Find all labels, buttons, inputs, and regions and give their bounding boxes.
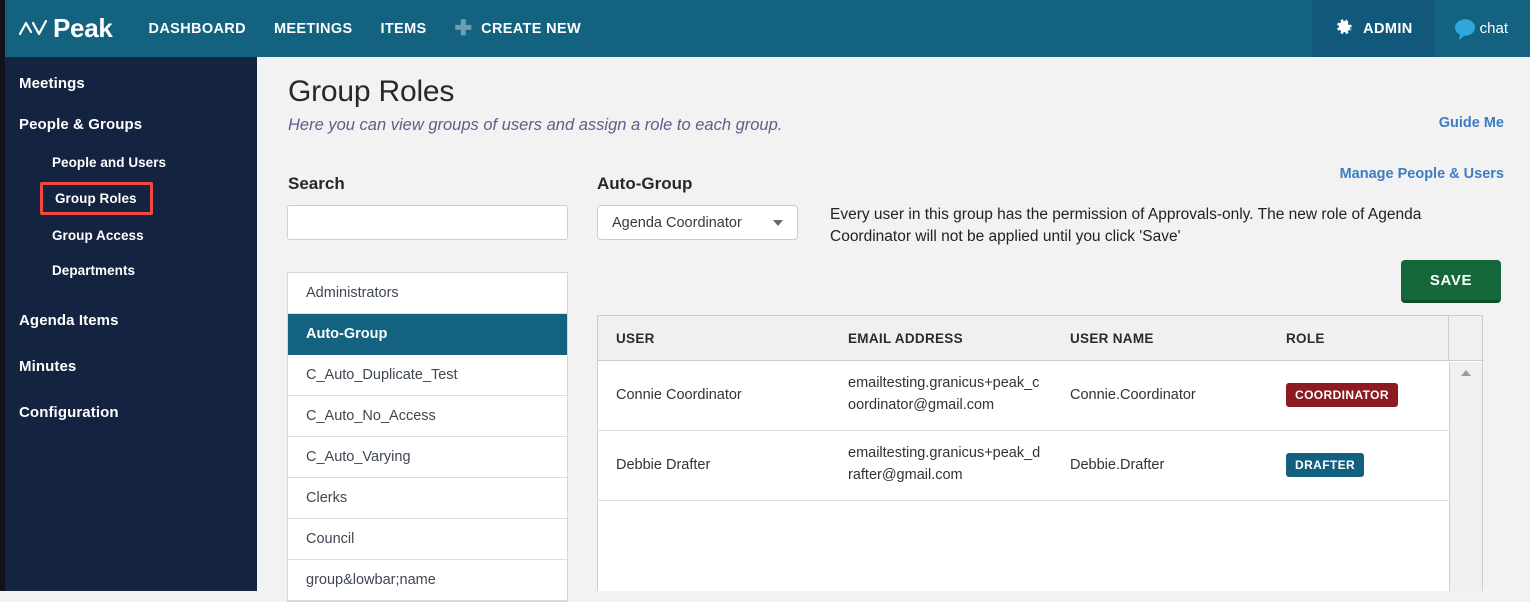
group-list-item[interactable]: C_Auto_Duplicate_Test	[288, 355, 567, 396]
cell-username: Debbie.Drafter	[1070, 457, 1165, 474]
group-list-item[interactable]: Clerks	[288, 478, 567, 519]
page-title: Group Roles	[288, 75, 455, 108]
left-edge-strip	[0, 0, 5, 591]
group-list: Administrators Auto-Group C_Auto_Duplica…	[287, 272, 568, 602]
cell-user: Connie Coordinator	[616, 387, 742, 404]
group-list-item[interactable]: Council	[288, 519, 567, 560]
scroll-up-arrow-icon[interactable]	[1461, 370, 1471, 376]
auto-group-role-select[interactable]: Agenda Coordinator	[597, 205, 798, 240]
guide-me-link[interactable]: Guide Me	[1439, 115, 1504, 131]
sidebar-item-people-and-groups[interactable]: People & Groups	[0, 104, 257, 145]
top-navigation-bar: Peak DASHBOARD MEETINGS ITEMS ✚ CREATE N…	[0, 0, 1530, 57]
sidebar-navigation: Meetings People & Groups People and User…	[0, 57, 257, 591]
group-list-item[interactable]: group&lowbar;name	[288, 560, 567, 601]
group-users-table: USER EMAIL ADDRESS USER NAME ROLE Connie…	[597, 315, 1483, 591]
group-list-item[interactable]: Administrators	[288, 273, 567, 314]
sidebar-item-meetings[interactable]: Meetings	[0, 63, 257, 104]
cell-email: emailtesting.granicus+peak_drafter@gmail…	[848, 444, 1041, 484]
save-button[interactable]: SAVE	[1401, 260, 1501, 303]
permission-note: Every user in this group has the permiss…	[830, 206, 1422, 245]
sidebar-item-agenda-items[interactable]: Agenda Items	[0, 288, 257, 341]
nav-dashboard[interactable]: DASHBOARD	[135, 0, 260, 57]
sidebar-highlighted-row: Group Roles	[0, 180, 257, 218]
group-list-item[interactable]: C_Auto_No_Access	[288, 396, 567, 437]
plus-icon: ✚	[454, 17, 473, 40]
column-header-username: USER NAME	[1070, 330, 1154, 346]
cell-email: emailtesting.granicus+peak_coordinator@g…	[848, 375, 1040, 414]
auto-group-selected-value: Agenda Coordinator	[612, 214, 742, 231]
sidebar-item-departments[interactable]: Departments	[0, 253, 257, 288]
sidebar-item-group-roles[interactable]: Group Roles	[40, 182, 153, 215]
main-content-area: Group Roles Here you can view groups of …	[257, 57, 1530, 602]
column-header-role: ROLE	[1286, 330, 1325, 346]
logo-text: Peak	[53, 13, 113, 43]
topbar-right-group: ADMIN chat	[1312, 0, 1530, 57]
nav-meetings[interactable]: MEETINGS	[260, 0, 367, 57]
auto-group-label: Auto-Group	[597, 174, 693, 193]
sidebar-item-minutes[interactable]: Minutes	[0, 341, 257, 387]
status-badge: DRAFTER	[1286, 453, 1365, 478]
group-list-item[interactable]: C_Auto_Varying	[288, 437, 567, 478]
cell-role: DRAFTER	[1268, 431, 1448, 500]
search-label: Search	[288, 174, 345, 193]
cell-role: COORDINATOR	[1268, 361, 1448, 430]
zigzag-chart-icon	[18, 19, 48, 35]
column-header-email: EMAIL ADDRESS	[848, 330, 963, 346]
manage-people-users-link[interactable]: Manage People & Users	[1340, 166, 1504, 182]
chat-label: chat	[1479, 20, 1508, 37]
gear-icon	[1337, 19, 1352, 34]
table-row[interactable]: Debbie Drafter emailtesting.granicus+pea…	[598, 431, 1482, 501]
sidebar-item-group-access[interactable]: Group Access	[0, 218, 257, 253]
cell-user: Debbie Drafter	[616, 457, 711, 474]
sidebar-item-people-and-users[interactable]: People and Users	[0, 145, 257, 180]
app-logo[interactable]: Peak	[18, 0, 113, 57]
cell-username: Connie.Coordinator	[1070, 387, 1196, 404]
table-header-row: USER EMAIL ADDRESS USER NAME ROLE	[598, 316, 1482, 361]
status-badge: COORDINATOR	[1286, 383, 1398, 408]
column-header-gutter	[1448, 316, 1482, 360]
table-body: Connie Coordinator emailtesting.granicus…	[598, 361, 1482, 501]
nav-items[interactable]: ITEMS	[366, 0, 440, 57]
table-row[interactable]: Connie Coordinator emailtesting.granicus…	[598, 361, 1482, 431]
admin-label: ADMIN	[1363, 20, 1413, 37]
chat-button[interactable]: chat	[1434, 0, 1530, 57]
group-list-item-selected[interactable]: Auto-Group	[288, 314, 567, 355]
create-new-button[interactable]: ✚ CREATE NEW	[441, 0, 596, 57]
table-vertical-scrollbar[interactable]	[1449, 362, 1482, 591]
sidebar-item-configuration[interactable]: Configuration	[0, 387, 257, 433]
create-new-label: CREATE NEW	[481, 20, 582, 37]
page-subtitle: Here you can view groups of users and as…	[288, 116, 783, 134]
chevron-down-icon	[773, 219, 783, 226]
chat-bubble-icon	[1454, 18, 1475, 40]
column-header-user: USER	[616, 330, 655, 346]
search-input[interactable]	[287, 205, 568, 240]
admin-menu-button[interactable]: ADMIN	[1312, 0, 1435, 57]
